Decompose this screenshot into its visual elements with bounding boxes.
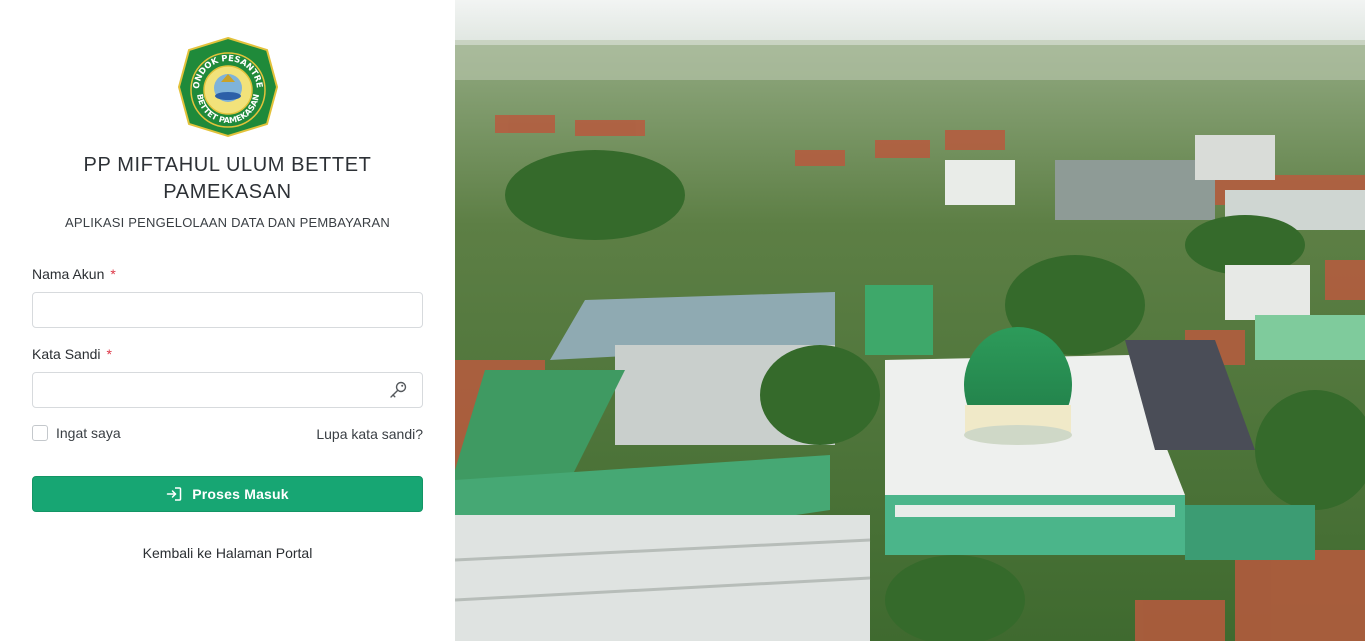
login-button-label: Proses Masuk xyxy=(192,486,289,502)
required-mark: * xyxy=(106,346,112,362)
password-label-text: Kata Sandi xyxy=(32,346,101,362)
aerial-campus-photo xyxy=(455,0,1365,641)
login-panel: PONDOK PESANTREN BETTET PAMEKASAN PP MIF… xyxy=(0,0,455,641)
remember-me-checkbox[interactable]: Ingat saya xyxy=(32,425,121,441)
remember-me-label: Ingat saya xyxy=(56,425,121,441)
required-mark: * xyxy=(110,266,116,282)
login-button[interactable]: Proses Masuk xyxy=(32,476,423,512)
username-label-text: Nama Akun xyxy=(32,266,105,282)
password-label: Kata Sandi * xyxy=(32,346,112,362)
username-label: Nama Akun * xyxy=(32,266,116,282)
checkbox-box[interactable] xyxy=(32,425,48,441)
school-logo: PONDOK PESANTREN BETTET PAMEKASAN xyxy=(177,36,279,138)
app-subtitle: APLIKASI PENGELOLAAN DATA DAN PEMBAYARAN xyxy=(65,215,390,230)
password-input[interactable] xyxy=(32,372,423,408)
school-name: PP MIFTAHUL ULUM BETTET PAMEKASAN xyxy=(83,154,372,203)
back-to-portal-link[interactable]: Kembali ke Halaman Portal xyxy=(40,545,415,561)
login-icon xyxy=(166,487,182,501)
forgot-password-link[interactable]: Lupa kata sandi? xyxy=(316,426,423,442)
username-input[interactable] xyxy=(32,292,423,328)
key-icon[interactable] xyxy=(388,380,408,400)
